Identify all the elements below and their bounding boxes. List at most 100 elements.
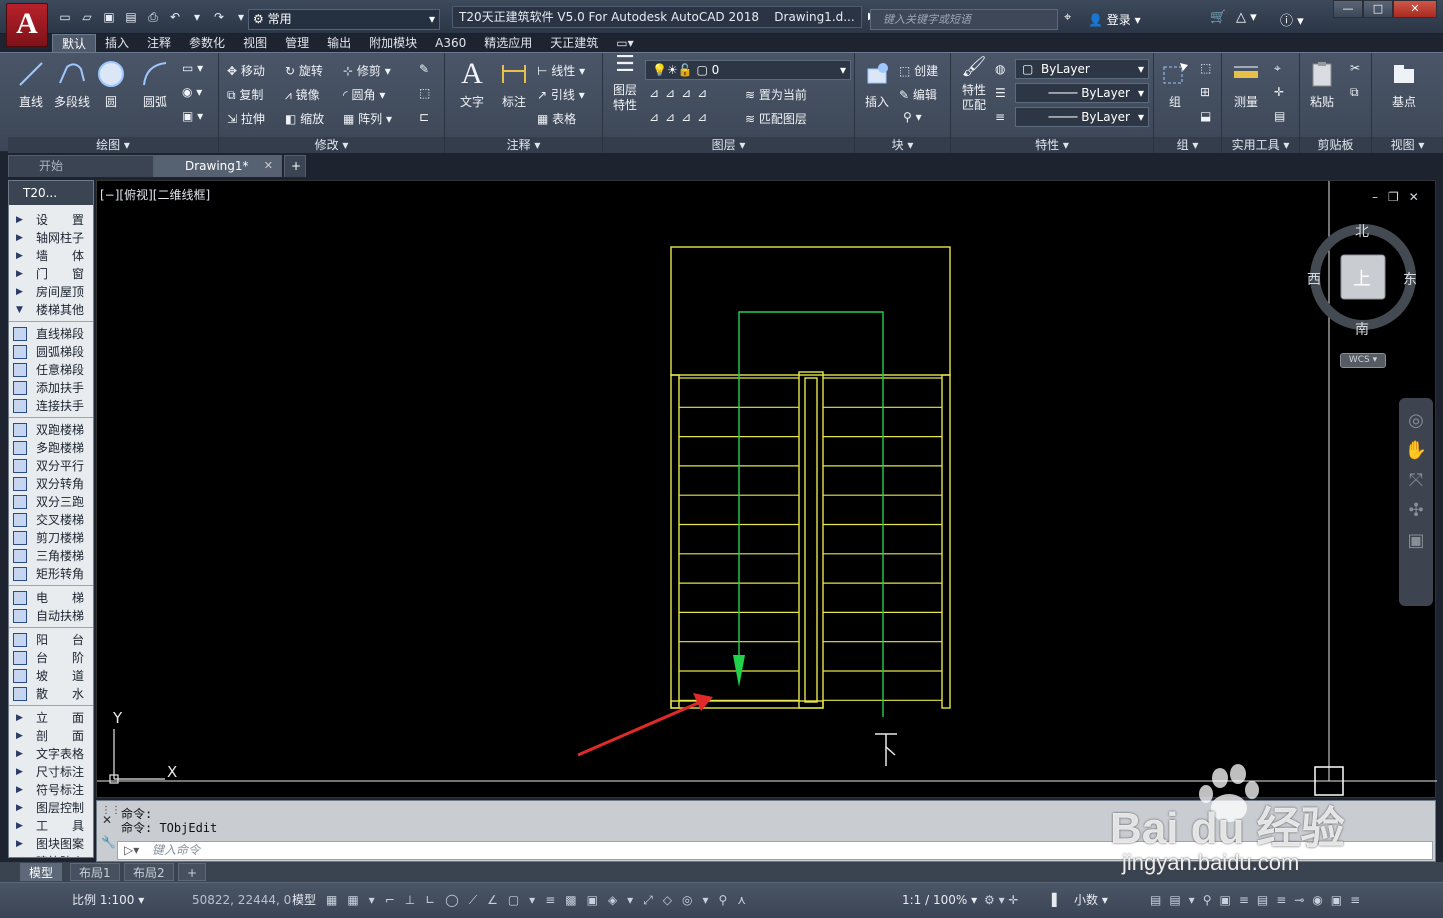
calculator-icon[interactable]: ▤ xyxy=(1274,109,1285,123)
polyline-tool[interactable]: 多段线 xyxy=(52,59,92,110)
color-wheel-icon[interactable]: ◍ xyxy=(995,62,1005,76)
ribbon-tab-4[interactable]: 视图 xyxy=(234,34,276,53)
text-tool[interactable]: A 文字 xyxy=(455,57,489,110)
base-point-tool[interactable]: 基点 xyxy=(1386,59,1422,110)
leader-tool[interactable]: ↗ 引线 ▾ xyxy=(537,86,585,103)
ribbon-tab-1[interactable]: 插入 xyxy=(96,34,138,53)
annotation-panel-label[interactable]: 注释 ▾ xyxy=(445,137,602,153)
showmotion-icon[interactable]: ▣ xyxy=(1399,526,1433,556)
offset-icon[interactable]: ⊏ xyxy=(419,110,429,124)
view-panel-label[interactable]: 视图 ▾ xyxy=(1372,137,1443,153)
palette-item-2[interactable]: ▶ 墙 体 xyxy=(9,247,93,265)
autodesk-app-icon[interactable]: △ ▾ xyxy=(1236,10,1257,25)
match-layer-tool[interactable]: ≋ 匹配图层 xyxy=(745,110,807,127)
palette-item-21[interactable]: 自动扶梯 xyxy=(9,607,93,625)
pan-icon[interactable]: ✋ xyxy=(1399,436,1433,466)
viewport-controls-label[interactable]: [−][俯视][二维线框] xyxy=(100,186,210,203)
palette-item-23[interactable]: 台 阶 xyxy=(9,649,93,667)
layout-tab-2[interactable]: 布局2 xyxy=(124,863,174,881)
open-file-icon[interactable]: ▱ xyxy=(78,8,96,26)
help-icon[interactable]: ⓘ ▾ xyxy=(1280,10,1304,29)
linear-tool[interactable]: ⊢ 线性 ▾ xyxy=(537,62,585,79)
palette-item-30[interactable]: ▶ 符号标注 xyxy=(9,781,93,799)
palette-item-26[interactable]: ▶ 立 面 xyxy=(9,709,93,727)
edit-block-tool[interactable]: ✎ 编辑 xyxy=(899,86,937,103)
palette-item-19[interactable]: 矩形转角 xyxy=(9,565,93,583)
ribbon-tab-9[interactable]: 精选应用 xyxy=(475,34,541,53)
binoculars-icon[interactable]: ⌖ xyxy=(1064,10,1071,25)
attribute-icon[interactable]: ⚲ ▾ xyxy=(903,110,922,124)
drawing-canvas[interactable]: Y X 北 南 东 西 上 WCS ▾ xyxy=(96,180,1437,798)
ribbon-display-toggle-icon[interactable]: ▭▾ xyxy=(607,34,642,53)
palette-item-34[interactable]: ▶ 建筑防火 xyxy=(9,853,93,857)
palette-item-9[interactable]: 添加扶手 xyxy=(9,379,93,397)
save-icon[interactable]: ▣ xyxy=(100,8,118,26)
compass-west[interactable]: 西 xyxy=(1307,269,1321,289)
palette-item-14[interactable]: 双分转角 xyxy=(9,475,93,493)
orbit-icon[interactable]: ✣ xyxy=(1399,496,1433,526)
zoom-icon[interactable]: ⤧ xyxy=(1399,466,1433,496)
status-toggles[interactable]: ▦▦▾⌐⊥∟◯⟋∠▢▾≡▩▣◈▾⤢◇◎▾⚲⋏ xyxy=(326,889,756,911)
ribbon-tab-5[interactable]: 管理 xyxy=(276,34,318,53)
palette-item-33[interactable]: ▶ 图块图案 xyxy=(9,835,93,853)
palette-item-3[interactable]: ▶ 门 窗 xyxy=(9,265,93,283)
lineweight-select[interactable]: ──── ByLayer ▾ xyxy=(1015,107,1149,127)
layers-panel-label[interactable]: 图层 ▾ xyxy=(603,137,854,153)
insert-tool[interactable]: 插入 xyxy=(859,59,895,110)
compass-north[interactable]: 北 xyxy=(1355,221,1369,241)
mirror-tool[interactable]: ⩘ 镜像 xyxy=(285,86,320,103)
autocad-app-button[interactable]: A xyxy=(6,3,48,47)
ribbon-tab-2[interactable]: 注释 xyxy=(138,34,180,53)
fillet-tool[interactable]: ◜ 圆角 ▾ xyxy=(343,86,385,103)
line-tool[interactable]: 直线 xyxy=(14,59,48,110)
layer-tools-row2[interactable]: ⊿⊿⊿⊿ xyxy=(649,110,713,124)
layout-tab-1[interactable]: 布局1 xyxy=(70,863,120,881)
palette-item-4[interactable]: ▶ 房间屋顶 xyxy=(9,283,93,301)
start-tab[interactable]: 开始 xyxy=(8,155,154,177)
paste-tool[interactable]: 粘贴 xyxy=(1304,59,1340,110)
copy-clip-icon[interactable]: ⧉ xyxy=(1350,85,1359,100)
palette-item-28[interactable]: ▶ 文字表格 xyxy=(9,745,93,763)
undo-icon[interactable]: ↶ xyxy=(166,8,184,26)
login-button[interactable]: 👤 登录 ▾ xyxy=(1088,11,1141,28)
group-tool[interactable]: 组 xyxy=(1158,59,1192,110)
palette-title[interactable]: T20... xyxy=(9,181,93,205)
group-edit-icon[interactable]: ⊞ xyxy=(1200,85,1210,99)
quick-select-icon[interactable]: ✛ xyxy=(1274,85,1284,99)
erase-icon[interactable]: ✎ xyxy=(419,62,429,76)
palette-item-12[interactable]: 多跑楼梯 xyxy=(9,439,93,457)
ungroup-icon[interactable]: ⬚ xyxy=(1200,61,1211,75)
arc-tool[interactable]: 圆弧 xyxy=(138,59,172,110)
explode-icon[interactable]: ⬚ xyxy=(419,86,430,100)
close-button[interactable]: ✕ xyxy=(1393,0,1437,18)
layer-select[interactable]: 💡☀🔓 ▢ 0 ▾ xyxy=(645,60,851,80)
model-space-button[interactable]: 模型 xyxy=(292,889,316,911)
palette-item-27[interactable]: ▶ 剖 面 xyxy=(9,727,93,745)
minimize-button[interactable]: — xyxy=(1333,0,1363,18)
layout-tab-0[interactable]: 模型 xyxy=(20,863,63,881)
circle-tool[interactable]: 圆 xyxy=(96,59,126,110)
palette-item-20[interactable]: 电 梯 xyxy=(9,589,93,607)
maximize-button[interactable]: □ xyxy=(1363,0,1393,18)
viewport-close-button[interactable]: ✕ xyxy=(1409,190,1419,204)
new-file-icon[interactable]: ▭ xyxy=(56,8,74,26)
undo-dropdown-icon[interactable]: ▾ xyxy=(188,8,206,26)
wcs-menu[interactable]: WCS ▾ xyxy=(1340,353,1386,368)
array-tool[interactable]: ▦ 阵列 ▾ xyxy=(343,110,392,127)
ribbon-tab-10[interactable]: 天正建筑 xyxy=(541,34,607,53)
print-icon[interactable]: ⎙ xyxy=(144,8,162,26)
palette-item-16[interactable]: 交叉楼梯 xyxy=(9,511,93,529)
draw-panel-label[interactable]: 绘图 ▾ xyxy=(8,137,218,153)
palette-item-11[interactable]: 双跑楼梯 xyxy=(9,421,93,439)
ribbon-tab-7[interactable]: 附加模块 xyxy=(360,34,426,53)
layer-tools-row1[interactable]: ⊿⊿⊿⊿ xyxy=(649,86,713,100)
palette-item-31[interactable]: ▶ 图层控制 xyxy=(9,799,93,817)
layer-properties-tool[interactable]: ☰ 图层 特性 xyxy=(607,54,643,113)
workspace-gear-icon[interactable]: ⚙ ▾ ✛ xyxy=(984,889,1018,911)
palette-item-6[interactable]: 直线梯段 xyxy=(9,325,93,343)
status-tray-icons[interactable]: ▤▤▾⚲▣≡▤≡⊸◉▣≡ xyxy=(1150,889,1368,911)
view-cube-top-face[interactable]: 上 xyxy=(1353,265,1371,291)
drawing-tab[interactable]: Drawing1* ✕ xyxy=(154,155,282,177)
palette-item-24[interactable]: 坡 道 xyxy=(9,667,93,685)
groups-panel-label[interactable]: 组 ▾ xyxy=(1154,137,1221,153)
